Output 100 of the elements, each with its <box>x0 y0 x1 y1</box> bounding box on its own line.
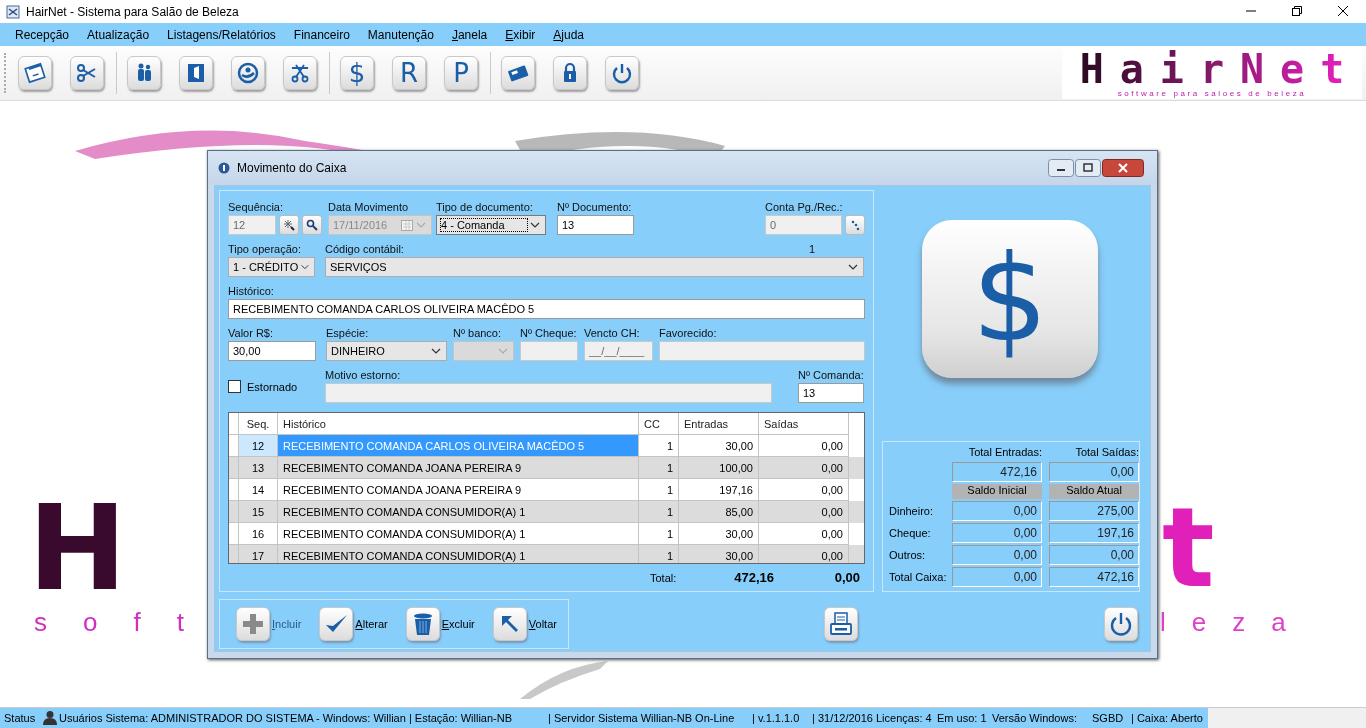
status-text: Licenças: 4 <box>876 712 933 724</box>
toolbar-button[interactable] <box>605 56 639 90</box>
logo-tagline: software para saloes de beleza <box>1117 88 1307 98</box>
minimize-icon[interactable] <box>1048 159 1074 177</box>
menu-item[interactable]: Ajuda <box>544 27 593 42</box>
dropdown[interactable]: 1 - CRÉDITO <box>228 257 315 277</box>
toolbar-button[interactable]: P <box>444 56 478 90</box>
dollar-icon: $ <box>922 220 1098 378</box>
dropdown[interactable]: 4 - Comanda <box>436 215 546 235</box>
status-text: Em uso: 1 <box>937 712 988 724</box>
search-icon <box>306 219 318 231</box>
summary-value: 197,16 <box>1049 523 1139 543</box>
summary-label: Dinheiro: <box>889 504 935 519</box>
status-text: | Caixa: Aberto <box>1131 712 1204 724</box>
menu-item[interactable]: Recepção <box>6 27 79 42</box>
summary-value: 0,00 <box>1049 462 1139 482</box>
total-label: Total: <box>650 571 678 584</box>
toolbar-button[interactable] <box>231 56 265 90</box>
toolbar-button[interactable] <box>70 56 104 90</box>
field-label: Valor R$: <box>228 327 274 339</box>
app-icon <box>6 4 20 19</box>
menu-item[interactable]: Exibir <box>496 27 545 42</box>
menu-item[interactable]: Financeiro <box>284 27 359 42</box>
column-header: Saldo Atual <box>1049 484 1139 499</box>
dropdown[interactable]: DINHEIRO <box>326 341 447 361</box>
table-cell: 30,00 <box>679 545 759 564</box>
table-cell: 1 <box>639 435 679 457</box>
maximize-icon[interactable] <box>1075 159 1101 177</box>
caret-icon <box>415 221 427 229</box>
table-cell: 1 <box>639 545 679 564</box>
close-icon[interactable] <box>1102 159 1144 177</box>
table-cell: 30,00 <box>679 435 759 457</box>
input-field[interactable]: 13 <box>798 383 864 403</box>
app-icon <box>218 162 230 174</box>
field-label: Tipo operação: <box>228 243 301 255</box>
field-label: Histórico: <box>228 285 274 297</box>
status-text: | v.1.1.1.0 <box>752 712 801 724</box>
power-button[interactable] <box>1104 607 1138 641</box>
caret-icon <box>430 347 442 355</box>
summary-label: Total Entradas: <box>967 446 1042 460</box>
window-title: HairNet - Sistema para Salão de Beleza <box>26 4 240 19</box>
summary-value: 0,00 <box>952 523 1042 543</box>
new-button[interactable] <box>279 215 299 235</box>
field-label: Nº Documento: <box>557 201 632 213</box>
window-title: Movimento do Caixa <box>237 161 348 175</box>
input-field[interactable]: 13 <box>557 215 634 235</box>
table-cell: 17 <box>239 545 278 564</box>
estornado-checkbox[interactable]: Estornado <box>228 380 318 393</box>
caret-icon <box>529 221 541 229</box>
status-text: Status <box>4 712 37 724</box>
toolbar-button[interactable]: $ <box>340 56 374 90</box>
toolbar-button[interactable] <box>553 56 587 90</box>
status-text: - Windows: Willian | Estação: Willian-NB <box>316 712 513 724</box>
summary-value: 275,00 <box>1049 501 1139 521</box>
search-button[interactable] <box>845 215 865 235</box>
field-label: Nº Comanda: <box>798 369 864 381</box>
search-button[interactable] <box>302 215 322 235</box>
caret-icon <box>497 347 509 355</box>
field-label: Código contábil: <box>325 243 404 255</box>
user-icon <box>42 710 59 726</box>
logo-tagline: leza <box>1160 607 1312 638</box>
summary-value: 0,00 <box>952 545 1042 565</box>
toolbar-button[interactable] <box>127 56 161 90</box>
summary-value: 0,00 <box>1049 545 1139 565</box>
field-label: Nº banco: <box>453 327 502 339</box>
logo-tagline: soft <box>34 607 220 638</box>
menu-item[interactable]: Janela <box>442 27 497 42</box>
input-field[interactable]: RECEBIMENTO COMANDA CARLOS OLIVEIRA MACÊDO 5 <box>228 299 865 319</box>
summary-value: 0,00 <box>952 567 1042 587</box>
field-label: Espécie: <box>326 327 369 339</box>
total-value: 0,00 <box>833 570 860 586</box>
toolbar-button[interactable] <box>179 56 213 90</box>
table-cell: 0,00 <box>759 545 849 564</box>
summary-value: 472,16 <box>1049 567 1139 587</box>
print-button[interactable] <box>824 607 858 641</box>
toolbar-button[interactable] <box>501 56 535 90</box>
caret-icon <box>847 263 859 271</box>
field-label: Tipo de documento: <box>436 201 533 213</box>
dots-icon <box>849 219 861 231</box>
status-text: SGBD <box>1092 712 1125 724</box>
menu-item[interactable]: Manutenção <box>358 27 443 42</box>
status-text: Versão Windows: <box>992 712 1078 724</box>
field-label: Nº Cheque: <box>520 327 577 339</box>
toolbar-button[interactable] <box>18 56 52 90</box>
caret-icon <box>300 263 310 271</box>
count-label: 1 <box>808 243 815 255</box>
calendar-icon <box>401 219 413 231</box>
menu-item[interactable]: Listagens/Relatórios <box>158 27 285 42</box>
menu-item[interactable]: Atualização <box>78 27 159 42</box>
table-cell: 0,00 <box>759 435 849 457</box>
toolbar-button[interactable] <box>283 56 317 90</box>
status-text: | 31/12/2016 <box>812 712 874 724</box>
summary-label: Total Saídas: <box>1074 446 1139 460</box>
toolbar-button[interactable]: R <box>392 56 426 90</box>
table-cell: RECEBIMENTO COMANDA CARLOS OLIVEIRA MACÊDO 5 <box>278 435 639 457</box>
total-value: 472,16 <box>733 570 774 586</box>
summary-label: Total Caixa: <box>889 570 948 585</box>
field-label: Sequência: <box>228 201 284 213</box>
dropdown[interactable]: SERVIÇOS <box>325 257 864 277</box>
input-field[interactable]: 30,00 <box>228 341 316 361</box>
